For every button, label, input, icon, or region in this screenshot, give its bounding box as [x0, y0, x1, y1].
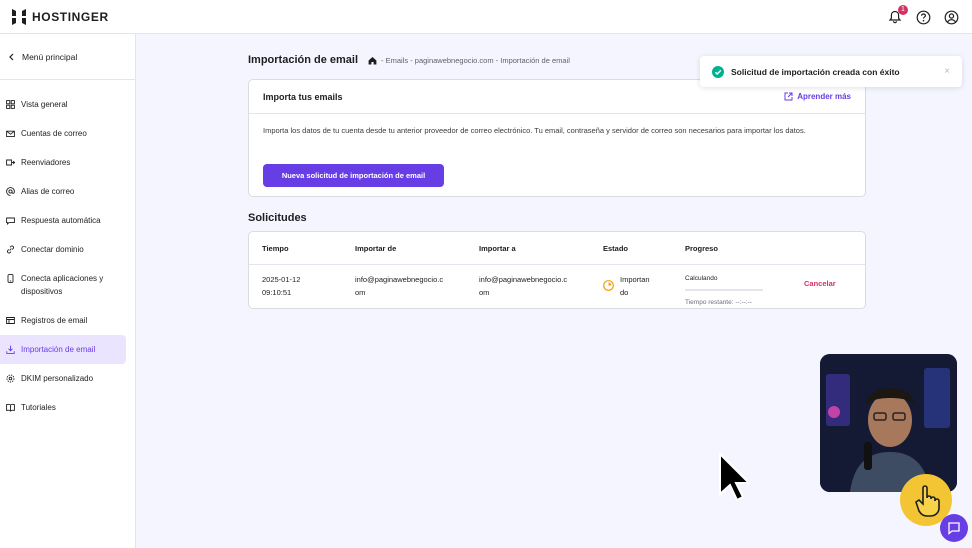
mail-icon — [6, 130, 15, 138]
toast-close-button[interactable]: × — [944, 66, 950, 77]
cell-import-to: info@paginawebnegocio.c om — [479, 273, 567, 299]
time-remaining: Tiempo restante: --:--:-- — [685, 299, 752, 306]
chevron-left-icon — [9, 53, 14, 60]
notifications-button[interactable]: 1 — [886, 5, 908, 26]
sidebar-item-vista-general[interactable]: Vista general — [0, 90, 126, 119]
records-icon — [6, 317, 15, 324]
sidebar-item-label: Conectar dominio — [21, 245, 84, 254]
gear-icon — [6, 374, 15, 383]
sidebar-item-label: Conecta aplicaciones y dispositivos — [21, 274, 104, 296]
webcam-overlay — [820, 354, 957, 492]
notification-badge: 1 — [898, 5, 908, 15]
in-progress-icon — [603, 280, 614, 291]
chat-button[interactable] — [940, 514, 968, 542]
learn-more-label: Aprender más — [797, 92, 851, 101]
forward-icon — [6, 159, 15, 166]
pointing-hand-icon — [915, 485, 940, 517]
help-button[interactable] — [914, 8, 932, 26]
column-header-importar-de: Importar de — [355, 244, 397, 253]
sidebar: Menú principal Vista general Cuentas de … — [0, 34, 136, 548]
sidebar-item-registros-de-email[interactable]: Registros de email — [0, 306, 126, 335]
link-icon — [7, 245, 14, 254]
sidebar-item-label: Alias de correo — [21, 187, 75, 196]
requests-table: Tiempo Importar de Importar a Estado Pro… — [248, 231, 866, 309]
toast-message: Solicitud de importación creada con éxit… — [731, 66, 900, 77]
column-header-progreso: Progreso — [685, 244, 718, 253]
sidebar-item-label: Respuesta automática — [21, 216, 101, 225]
reply-icon — [6, 217, 15, 225]
import-to-line2: om — [479, 288, 490, 297]
import-icon — [6, 345, 15, 354]
sidebar-item-dkim-personalizado[interactable]: DKIM personalizado — [0, 364, 126, 393]
progress-label: Calculando — [685, 275, 718, 282]
import-from-line2: om — [355, 288, 366, 297]
import-card-title: Importa tus emails — [263, 91, 343, 102]
page-title: Importación de email — [248, 54, 359, 66]
import-card-description: Importa los datos de tu cuenta desde tu … — [263, 126, 806, 135]
column-header-estado: Estado — [603, 244, 629, 253]
sidebar-item-importacion-de-email[interactable]: Importación de email — [0, 335, 126, 364]
breadcrumb-path[interactable]: - Emails - paginawebnegocio.com - Import… — [381, 56, 570, 65]
sidebar-item-reenviadores[interactable]: Reenviadores — [0, 148, 126, 177]
cell-import-from: info@paginawebnegocio.c om — [355, 273, 443, 299]
requests-title: Solicitudes — [248, 212, 307, 224]
sidebar-item-label: Vista general — [21, 100, 68, 109]
at-icon — [6, 187, 15, 196]
book-icon — [6, 403, 15, 412]
cell-progress: Calculando Tiempo restante: --:--:-- — [685, 272, 763, 309]
learn-more-link[interactable]: Aprender más — [784, 92, 851, 101]
hostinger-logo[interactable]: HOSTINGER — [12, 9, 109, 25]
sidebar-item-label: Importación de email — [21, 345, 96, 354]
presenter-video — [820, 354, 957, 492]
import-emails-card: Importa tus emails Aprender más Importa … — [248, 79, 866, 197]
home-icon[interactable] — [368, 56, 377, 65]
cell-time: 2025-01-12 09:10:51 — [262, 273, 300, 299]
success-toast: Solicitud de importación creada con éxit… — [700, 56, 962, 87]
column-header-importar-a: Importar a — [479, 244, 516, 253]
sidebar-item-cuentas-de-correo[interactable]: Cuentas de correo — [0, 119, 126, 148]
sidebar-item-label: Cuentas de correo — [21, 129, 87, 138]
top-bar: HOSTINGER 1 — [0, 0, 972, 34]
devices-icon — [7, 274, 14, 283]
import-to-line1: info@paginawebnegocio.c — [479, 275, 568, 284]
user-icon — [944, 10, 958, 24]
status-line2: do — [620, 288, 629, 297]
sidebar-item-conectar-dominio[interactable]: Conectar dominio — [0, 235, 126, 264]
back-label: Menú principal — [22, 51, 78, 62]
account-button[interactable] — [942, 8, 960, 26]
table-header: Tiempo Importar de Importar a Estado Pro… — [249, 232, 865, 265]
cell-status: Importan do — [603, 273, 650, 299]
mouse-cursor-icon — [719, 452, 750, 502]
back-to-main-menu[interactable]: Menú principal — [0, 34, 135, 80]
progress-bar — [685, 289, 763, 291]
chat-icon — [948, 522, 960, 535]
sidebar-item-label: Registros de email — [21, 316, 88, 325]
column-header-tiempo: Tiempo — [262, 244, 289, 253]
sidebar-item-alias-de-correo[interactable]: Alias de correo — [0, 177, 126, 206]
hostinger-logo-icon — [12, 9, 26, 25]
sidebar-item-label: DKIM personalizado — [21, 374, 94, 383]
import-from-line1: info@paginawebnegocio.c — [355, 275, 444, 284]
sidebar-item-respuesta-automatica[interactable]: Respuesta automática — [0, 206, 126, 235]
breadcrumb: - Emails - paginawebnegocio.com - Import… — [368, 56, 570, 65]
sidebar-item-label: Tutoriales — [21, 403, 56, 412]
sidebar-item-label: Reenviadores — [21, 158, 71, 167]
sidebar-item-conecta-aplicaciones[interactable]: Conecta aplicaciones y dispositivos — [0, 264, 126, 306]
brand-name: HOSTINGER — [32, 10, 109, 24]
table-row: 2025-01-12 09:10:51 info@paginawebnegoci… — [249, 265, 865, 309]
external-link-icon — [784, 92, 793, 101]
check-circle-icon — [712, 65, 724, 78]
status-line1: Importan — [620, 275, 650, 284]
sidebar-item-tutoriales[interactable]: Tutoriales — [0, 393, 126, 422]
time-date: 2025-01-12 — [262, 275, 301, 284]
dashboard-icon — [6, 100, 15, 109]
time-clock: 09:10:51 — [262, 288, 292, 297]
help-icon — [916, 10, 930, 24]
cancel-button[interactable]: Cancelar — [804, 279, 836, 288]
new-import-request-button[interactable]: Nueva solicitud de importación de email — [263, 164, 444, 187]
